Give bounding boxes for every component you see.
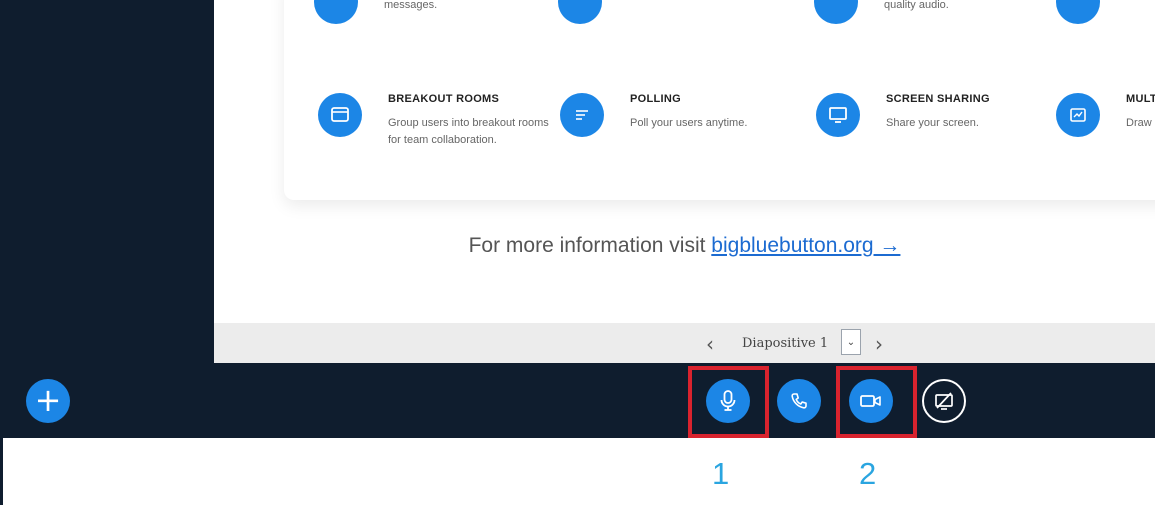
slide-navigation: ‹ Diapositive 1 ⌄ ›	[214, 323, 1155, 363]
feature-desc: Share your screen.	[886, 117, 979, 129]
feature-desc: Draw	[1126, 117, 1152, 129]
phone-icon	[791, 393, 807, 409]
slide-label: Diapositive 1	[742, 336, 829, 351]
video-icon	[558, 0, 602, 24]
breakout-rooms-icon	[318, 93, 362, 137]
features-card: messages. quality audio. BREAKOUT ROOMS …	[284, 0, 1155, 200]
more-info-prefix: For more information visit	[468, 234, 712, 257]
actions-plus-button[interactable]: +	[26, 379, 70, 423]
screen-share-off-icon	[935, 392, 953, 410]
presentation-slide: messages. quality audio. BREAKOUT ROOMS …	[214, 0, 1155, 323]
microphone-highlight-box	[688, 366, 769, 438]
callout-number-2: 2	[859, 456, 877, 491]
more-info-text: For more information visit bigbluebutton…	[214, 234, 1155, 258]
bigbluebutton-link[interactable]: bigbluebutton.org →	[711, 234, 900, 257]
plus-icon: +	[34, 380, 62, 419]
screen-sharing-icon	[816, 93, 860, 137]
action-bar: +	[0, 363, 1155, 438]
next-slide-button[interactable]: ›	[875, 332, 883, 356]
whiteboard-icon	[1056, 93, 1100, 137]
left-border-line	[0, 438, 3, 505]
feature-icon	[1056, 0, 1100, 24]
screen-share-button[interactable]	[922, 379, 966, 423]
polling-icon	[560, 93, 604, 137]
feature-title: SCREEN SHARING	[886, 93, 990, 105]
phone-button[interactable]	[777, 379, 821, 423]
chat-icon	[314, 0, 358, 24]
audio-icon	[814, 0, 858, 24]
previous-slide-button[interactable]: ‹	[706, 332, 714, 356]
feature-desc: Poll your users anytime.	[630, 117, 748, 129]
feature-title: BREAKOUT ROOMS	[388, 93, 500, 105]
slide-select-dropdown[interactable]: ⌄	[841, 329, 861, 355]
video-highlight-box	[836, 366, 917, 438]
feature-title: POLLING	[630, 93, 681, 105]
feature-title: MULT	[1126, 93, 1155, 105]
feature-desc: quality audio.	[884, 0, 949, 11]
feature-desc: Group users into breakout rooms for team…	[388, 117, 549, 146]
feature-desc: messages.	[384, 0, 438, 11]
chevron-down-icon: ⌄	[846, 336, 856, 348]
callout-number-1: 1	[712, 456, 730, 491]
